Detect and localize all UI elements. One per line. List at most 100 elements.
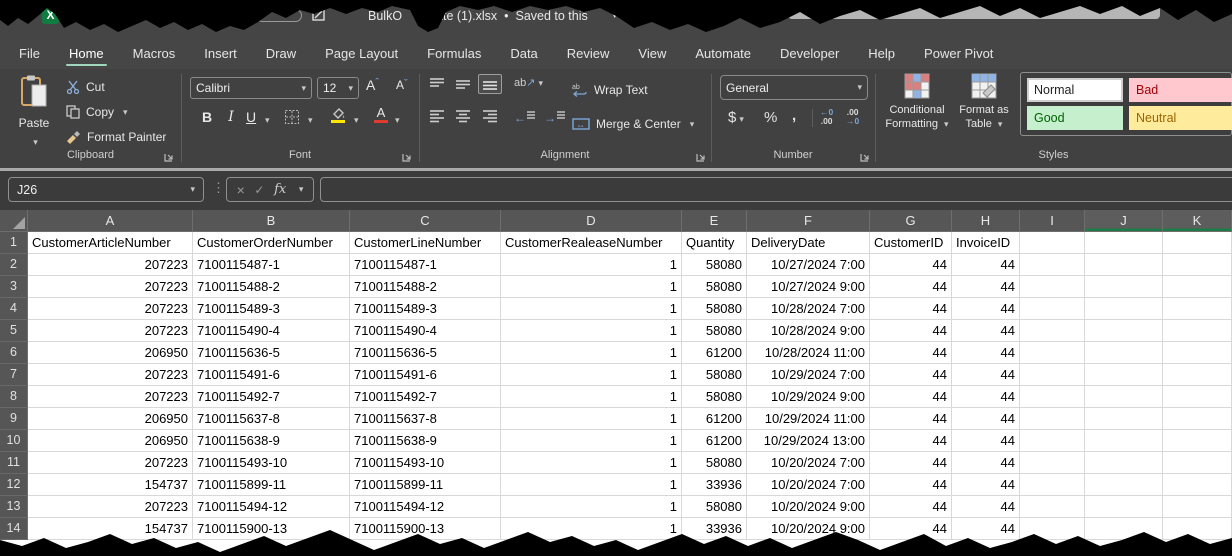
cell-K11[interactable] xyxy=(1163,452,1232,474)
cell-J12[interactable] xyxy=(1085,474,1163,496)
cell-F9[interactable]: 10/29/2024 11:00 xyxy=(747,408,870,430)
cancel-icon[interactable]: × xyxy=(237,182,245,198)
name-box[interactable]: J26 ▾ xyxy=(8,177,204,202)
decrease-decimal-button[interactable]: .00 →0 xyxy=(846,108,859,126)
copy-button[interactable]: Copy ▾ xyxy=(66,101,128,123)
row-header-5[interactable]: 5 xyxy=(0,320,28,342)
row-header-4[interactable]: 4 xyxy=(0,298,28,320)
underline-button[interactable]: U xyxy=(246,109,256,125)
cell-D2[interactable]: 1 xyxy=(501,254,682,276)
cell-G3[interactable]: 44 xyxy=(870,276,952,298)
row-header-14[interactable]: 14 xyxy=(0,518,28,540)
cell-J8[interactable] xyxy=(1085,386,1163,408)
cell-G9[interactable]: 44 xyxy=(870,408,952,430)
cell-B13[interactable]: 7100115494-12 xyxy=(193,496,350,518)
cell-D14[interactable]: 1 xyxy=(501,518,682,540)
cell-E1[interactable]: Quantity xyxy=(682,232,747,254)
menu-tab-insert[interactable]: Insert xyxy=(203,41,238,68)
cell-C4[interactable]: 7100115489-3 xyxy=(350,298,501,320)
cell-A2[interactable]: 207223 xyxy=(28,254,193,276)
cell-I3[interactable] xyxy=(1020,276,1085,298)
cell-D8[interactable]: 1 xyxy=(501,386,682,408)
cell-K5[interactable] xyxy=(1163,320,1232,342)
cell-F7[interactable]: 10/29/2024 7:00 xyxy=(747,364,870,386)
cell-G5[interactable]: 44 xyxy=(870,320,952,342)
cell-I6[interactable] xyxy=(1020,342,1085,364)
cell-J11[interactable] xyxy=(1085,452,1163,474)
cell-H2[interactable]: 44 xyxy=(952,254,1020,276)
cell-I4[interactable] xyxy=(1020,298,1085,320)
cell-F5[interactable]: 10/28/2024 9:00 xyxy=(747,320,870,342)
cell-E14[interactable]: 33936 xyxy=(682,518,747,540)
alignment-dialog-launcher-icon[interactable] xyxy=(696,149,708,161)
cell-A3[interactable]: 207223 xyxy=(28,276,193,298)
cell-A12[interactable]: 154737 xyxy=(28,474,193,496)
cell-D5[interactable]: 1 xyxy=(501,320,682,342)
cell-H9[interactable]: 44 xyxy=(952,408,1020,430)
cell-C7[interactable]: 7100115491-6 xyxy=(350,364,501,386)
menu-tab-macros[interactable]: Macros xyxy=(132,41,177,68)
column-header-D[interactable]: D xyxy=(501,210,682,232)
cell-C3[interactable]: 7100115488-2 xyxy=(350,276,501,298)
cell-E2[interactable]: 58080 xyxy=(682,254,747,276)
cell-K6[interactable] xyxy=(1163,342,1232,364)
cell-I13[interactable] xyxy=(1020,496,1085,518)
cell-D6[interactable]: 1 xyxy=(501,342,682,364)
cell-H7[interactable]: 44 xyxy=(952,364,1020,386)
cell-D13[interactable]: 1 xyxy=(501,496,682,518)
cell-K1[interactable] xyxy=(1163,232,1232,254)
cell-H4[interactable]: 44 xyxy=(952,298,1020,320)
column-header-I[interactable]: I xyxy=(1020,210,1085,232)
cut-button[interactable]: Cut xyxy=(66,76,105,98)
font-size-select[interactable]: 12 ▾ xyxy=(317,77,359,99)
cell-F11[interactable]: 10/20/2024 7:00 xyxy=(747,452,870,474)
cell-F1[interactable]: DeliveryDate xyxy=(747,232,870,254)
font-dialog-launcher-icon[interactable] xyxy=(402,149,414,161)
cell-C10[interactable]: 7100115638-9 xyxy=(350,430,501,452)
increase-indent-button[interactable]: → xyxy=(544,110,566,125)
cell-G11[interactable]: 44 xyxy=(870,452,952,474)
cell-G14[interactable]: 44 xyxy=(870,518,952,540)
cell-F12[interactable]: 10/20/2024 7:00 xyxy=(747,474,870,496)
cell-B11[interactable]: 7100115493-10 xyxy=(193,452,350,474)
decrease-indent-button[interactable]: ← xyxy=(514,110,536,125)
cell-E7[interactable]: 58080 xyxy=(682,364,747,386)
row-header-11[interactable]: 11 xyxy=(0,452,28,474)
cell-E8[interactable]: 58080 xyxy=(682,386,747,408)
cell-G7[interactable]: 44 xyxy=(870,364,952,386)
borders-dropdown-icon[interactable]: ▾ xyxy=(308,115,313,126)
menu-tab-power-pivot[interactable]: Power Pivot xyxy=(923,41,994,68)
row-header-2[interactable]: 2 xyxy=(0,254,28,276)
menu-tab-draw[interactable]: Draw xyxy=(265,41,297,68)
cell-style-good[interactable]: Good xyxy=(1027,106,1123,130)
cell-A1[interactable]: CustomerArticleNumber xyxy=(28,232,193,254)
cell-C2[interactable]: 7100115487-1 xyxy=(350,254,501,276)
cell-I2[interactable] xyxy=(1020,254,1085,276)
number-format-select[interactable]: General ▾ xyxy=(720,75,868,100)
cell-K12[interactable] xyxy=(1163,474,1232,496)
cell-B5[interactable]: 7100115490-4 xyxy=(193,320,350,342)
row-header-1[interactable]: 1 xyxy=(0,232,28,254)
menu-tab-automate[interactable]: Automate xyxy=(694,41,752,68)
search-box[interactable] xyxy=(788,3,1160,19)
row-header-6[interactable]: 6 xyxy=(0,342,28,364)
cell-I8[interactable] xyxy=(1020,386,1085,408)
number-dialog-launcher-icon[interactable] xyxy=(860,149,872,161)
cell-J7[interactable] xyxy=(1085,364,1163,386)
underline-dropdown-icon[interactable]: ▾ xyxy=(265,115,270,126)
cell-B6[interactable]: 7100115636-5 xyxy=(193,342,350,364)
cell-H6[interactable]: 44 xyxy=(952,342,1020,364)
cell-J1[interactable] xyxy=(1085,232,1163,254)
column-header-E[interactable]: E xyxy=(682,210,747,232)
cell-K3[interactable] xyxy=(1163,276,1232,298)
cell-G12[interactable]: 44 xyxy=(870,474,952,496)
format-painter-button[interactable]: Format Painter xyxy=(66,126,166,148)
cell-A8[interactable]: 207223 xyxy=(28,386,193,408)
percent-style-button[interactable]: % xyxy=(764,109,777,126)
cell-A11[interactable]: 207223 xyxy=(28,452,193,474)
cell-F8[interactable]: 10/29/2024 9:00 xyxy=(747,386,870,408)
cell-F14[interactable]: 10/20/2024 9:00 xyxy=(747,518,870,540)
cell-C14[interactable]: 7100115900-13 xyxy=(350,518,501,540)
cell-G10[interactable]: 44 xyxy=(870,430,952,452)
cell-J2[interactable] xyxy=(1085,254,1163,276)
